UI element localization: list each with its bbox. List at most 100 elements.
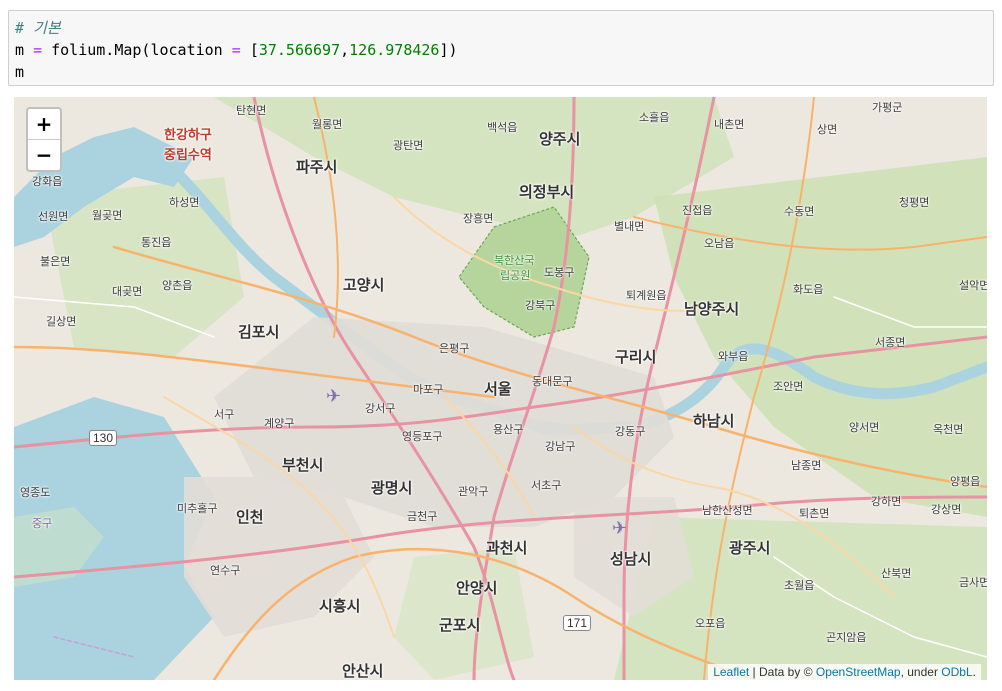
map-label: 오포읍 (695, 617, 726, 630)
code-var: m (15, 41, 25, 59)
map-label: 중구 (32, 517, 53, 530)
map-label: 도봉구 (544, 266, 575, 279)
map-label: 성남시 (610, 550, 652, 568)
map-label: 장흥면 (463, 212, 494, 225)
map-label: 영종도 (20, 486, 51, 499)
map-label: 수동면 (784, 205, 815, 218)
map-view[interactable]: ✈ ✈ 탄현면 월롱면 광탄면 백석읍 양주시 소흘읍 내촌면 상면 가평군 한… (14, 97, 987, 680)
map-label: 조안면 (773, 380, 804, 393)
map-label: 가평군 (872, 101, 903, 114)
svg-text:✈: ✈ (326, 386, 341, 407)
route-shield: 171 (563, 615, 592, 631)
code-assign-op: = (33, 41, 43, 59)
map-label: 옥천면 (933, 423, 964, 436)
map-label: 관악구 (458, 485, 489, 498)
map-label: 청평면 (899, 196, 930, 209)
map-label: 광주시 (729, 539, 771, 557)
map-label: 안산시 (342, 662, 384, 680)
code-call: folium.Map(location (51, 41, 223, 59)
map-label: 길상면 (46, 315, 77, 328)
map-label: 구리시 (615, 348, 657, 366)
map-label: 과천시 (486, 539, 528, 557)
odbl-link[interactable]: ODbL (941, 665, 972, 679)
map-label: 설악면 (959, 279, 987, 292)
map-label: 연수구 (210, 564, 241, 577)
map-label: 서울 (484, 380, 512, 398)
code-lat: 37.566697 (258, 41, 341, 59)
map-label: 강동구 (615, 425, 646, 438)
leaflet-link[interactable]: Leaflet (713, 665, 749, 679)
map-label: 상면 (817, 123, 838, 136)
map-label: 용산구 (493, 423, 524, 436)
map-label: 북한산국 (494, 254, 535, 267)
map-attribution: Leaflet | Data by © OpenStreetMap, under… (708, 664, 981, 680)
map-label: 불은면 (40, 255, 71, 268)
map-label: 계양구 (264, 417, 295, 430)
code-text[interactable]: # 기본 m = folium.Map(location = [37.56669… (15, 17, 458, 83)
map-label: 시흥시 (319, 597, 361, 615)
map-label: 김포시 (238, 323, 280, 341)
map-label: 영등포구 (402, 430, 443, 443)
map-label: 강남구 (545, 440, 576, 453)
map-label: 강하면 (871, 495, 902, 508)
map-label: 소흘읍 (639, 111, 670, 124)
code-bracket-open: [ (249, 41, 259, 59)
map-label: 양주시 (539, 130, 581, 148)
map-label: 인천 (236, 508, 264, 526)
map-label: 은평구 (439, 342, 470, 355)
map-label: 강상면 (931, 503, 962, 516)
svg-text:✈: ✈ (612, 518, 627, 539)
map-label: 하성면 (169, 196, 200, 209)
map-label: 퇴촌면 (799, 507, 830, 520)
map-label: 남한산성면 (702, 504, 753, 517)
attribution-under: , under (900, 665, 942, 679)
map-label: 강서구 (365, 402, 396, 415)
route-shield: 130 (89, 430, 118, 446)
code-lon: 126.978426 (349, 41, 440, 59)
map-label: 하남시 (693, 412, 735, 430)
map-label: 안양시 (456, 579, 498, 597)
map-label: 군포시 (439, 616, 481, 634)
map-label: 통진읍 (141, 236, 172, 249)
map-label: 금사면 (959, 576, 987, 589)
map-label: 탄현면 (236, 104, 267, 117)
map-label: 립공원 (500, 269, 531, 282)
map-label: 마포구 (413, 383, 444, 396)
map-label: 양서면 (849, 421, 880, 434)
map-label: 월롱면 (312, 118, 343, 131)
map-label: 강화읍 (32, 175, 63, 188)
map-label: 남양주시 (684, 300, 740, 318)
code-comment: # 기본 (15, 19, 61, 37)
map-label: 파주시 (296, 158, 338, 176)
zoom-out-button[interactable]: − (28, 140, 60, 170)
code-kw-op: = (231, 41, 241, 59)
code-cell[interactable]: # 기본 m = folium.Map(location = [37.56669… (8, 10, 994, 86)
map-label: 초월읍 (784, 579, 815, 592)
map-label: 강북구 (525, 299, 556, 312)
map-label: 백석읍 (487, 121, 518, 134)
map-label: 광탄면 (393, 139, 424, 152)
map-label: 곤지암읍 (826, 631, 867, 644)
map-label: 고양시 (343, 276, 385, 294)
map-label: 퇴계원읍 (626, 289, 667, 302)
map-label: 양촌읍 (162, 279, 193, 292)
map-label: 와부읍 (718, 350, 749, 363)
map-label: 남종면 (791, 459, 822, 472)
code-output-var: m (15, 63, 25, 81)
code-comma: , (340, 41, 350, 59)
map-label: 대곶면 (112, 285, 143, 298)
map-label: 양평읍 (950, 475, 981, 488)
map-label: 화도읍 (793, 283, 824, 296)
map-label: 서구 (214, 408, 235, 421)
map-label: 내촌면 (714, 118, 745, 131)
osm-link[interactable]: OpenStreetMap (816, 665, 901, 679)
attribution-text: | Data by © (749, 665, 816, 679)
map-label: 선원면 (38, 210, 69, 223)
map-label: 오남읍 (704, 237, 735, 250)
zoom-control: + − (26, 107, 62, 172)
zoom-in-button[interactable]: + (28, 109, 60, 140)
map-label: 별내면 (614, 220, 645, 233)
map-label: 산북면 (881, 567, 912, 580)
map-label: 미추홀구 (177, 502, 218, 515)
code-bracket-close: ]) (439, 41, 458, 59)
